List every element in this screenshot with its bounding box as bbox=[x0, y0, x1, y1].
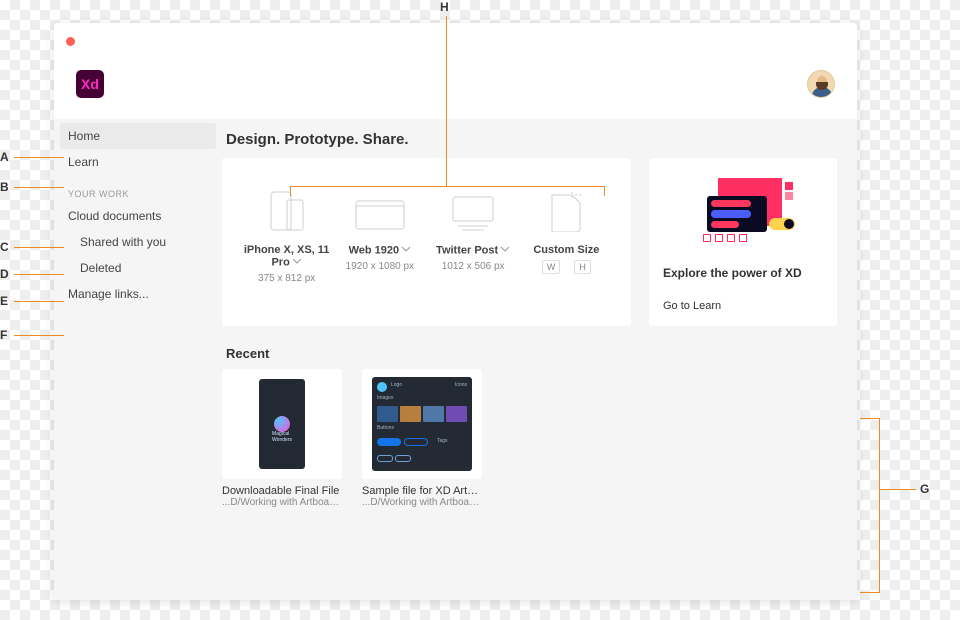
body: Home Learn YOUR WORK Cloud documents Sha… bbox=[54, 119, 857, 600]
annotation-b: B bbox=[0, 180, 9, 194]
preset-label: Twitter Post bbox=[436, 244, 498, 256]
main: Design. Prototype. Share. iPhone X, XS, … bbox=[222, 119, 857, 600]
custom-height-input[interactable]: H bbox=[574, 260, 591, 274]
xd-home-window: Xd Home Learn YOUR WORK Cloud documents … bbox=[54, 23, 857, 600]
custom-size-icon bbox=[522, 180, 610, 232]
preset-label: Custom Size bbox=[533, 244, 599, 256]
annotation-g: G bbox=[920, 482, 929, 496]
xd-logo-icon: Xd bbox=[76, 70, 104, 98]
recent-name: Downloadable Final File bbox=[222, 485, 342, 497]
annotation-d: D bbox=[0, 267, 9, 281]
post-icon bbox=[429, 180, 517, 232]
promo-art bbox=[663, 172, 823, 252]
phone-icon bbox=[243, 180, 331, 232]
sidebar-item-learn[interactable]: Learn bbox=[54, 149, 222, 175]
recent-file[interactable]: LogoIcons Images Buttons Tags Sample fil… bbox=[362, 369, 482, 508]
chevron-down-icon[interactable] bbox=[292, 256, 302, 269]
tagline: Design. Prototype. Share. bbox=[226, 131, 837, 148]
sidebar: Home Learn YOUR WORK Cloud documents Sha… bbox=[54, 119, 222, 600]
recent-path: ...D/Working with Artboards bbox=[222, 497, 342, 508]
annotation-e: E bbox=[0, 294, 8, 308]
promo-panel: Explore the power of XD Go to Learn bbox=[649, 158, 837, 326]
header: Xd bbox=[54, 59, 857, 119]
top-row: iPhone X, XS, 11 Pro 375 x 812 px Web 19… bbox=[222, 158, 837, 326]
preset-label: iPhone X, XS, 11 Pro bbox=[244, 244, 330, 268]
preset-twitter[interactable]: Twitter Post 1012 x 506 px bbox=[429, 180, 517, 300]
preset-dim: 1012 x 506 px bbox=[429, 261, 517, 272]
chevron-down-icon[interactable] bbox=[500, 244, 510, 257]
preset-web[interactable]: Web 1920 1920 x 1080 px bbox=[336, 180, 424, 300]
user-avatar[interactable] bbox=[807, 70, 835, 98]
preset-label: Web 1920 bbox=[349, 244, 400, 256]
custom-width-input[interactable]: W bbox=[542, 260, 561, 274]
annotation-h: H bbox=[440, 0, 449, 14]
sidebar-item-home[interactable]: Home bbox=[60, 123, 216, 149]
sidebar-item-shared-with-you[interactable]: Shared with you bbox=[54, 229, 222, 255]
preset-iphone[interactable]: iPhone X, XS, 11 Pro 375 x 812 px bbox=[243, 180, 331, 300]
sidebar-item-cloud-documents[interactable]: Cloud documents bbox=[54, 203, 222, 229]
recent-file[interactable]: MagicalWonders Downloadable Final File .… bbox=[222, 369, 342, 508]
promo-link[interactable]: Go to Learn bbox=[663, 300, 823, 312]
sidebar-item-manage-links[interactable]: Manage links... bbox=[54, 281, 222, 307]
recent-heading: Recent bbox=[226, 346, 837, 361]
sidebar-section-your-work: YOUR WORK bbox=[54, 175, 222, 203]
recent-name: Sample file for XD Artb... bbox=[362, 485, 482, 497]
preset-panel: iPhone X, XS, 11 Pro 375 x 812 px Web 19… bbox=[222, 158, 631, 326]
preset-custom[interactable]: Custom Size W H bbox=[522, 180, 610, 300]
titlebar bbox=[54, 23, 857, 59]
monitor-icon bbox=[336, 180, 424, 232]
preset-dim: 1920 x 1080 px bbox=[336, 261, 424, 272]
promo-title: Explore the power of XD bbox=[663, 266, 823, 280]
preset-dim: 375 x 812 px bbox=[243, 273, 331, 284]
chevron-down-icon[interactable] bbox=[401, 244, 411, 257]
recent-path: ...D/Working with Artboards bbox=[362, 497, 482, 508]
sidebar-item-deleted[interactable]: Deleted bbox=[54, 255, 222, 281]
recent-row: MagicalWonders Downloadable Final File .… bbox=[222, 369, 837, 508]
annotation-a: A bbox=[0, 150, 9, 164]
annotation-c: C bbox=[0, 240, 9, 254]
annotation-f: F bbox=[0, 328, 7, 342]
window-close-icon[interactable] bbox=[66, 37, 75, 46]
